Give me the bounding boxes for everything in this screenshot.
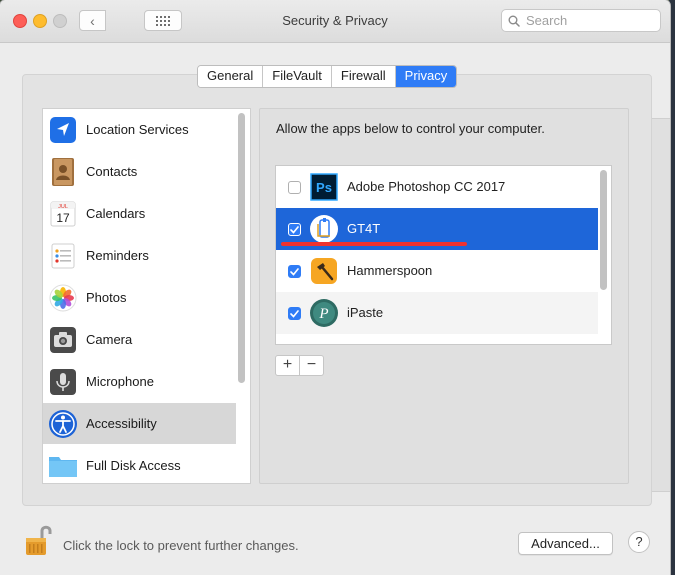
checkmark-icon xyxy=(290,225,299,234)
sidebar-item-accessibility[interactable]: Accessibility xyxy=(43,403,236,444)
sidebar-item-microphone[interactable]: Microphone xyxy=(43,361,236,402)
app-checkbox[interactable] xyxy=(288,307,301,320)
tab-general[interactable]: General xyxy=(198,66,264,87)
folder-icon xyxy=(48,451,78,481)
hammerspoon-icon xyxy=(309,256,339,286)
app-row-photoshop[interactable]: Ps Adobe Photoshop CC 2017 xyxy=(276,166,598,208)
checkmark-icon xyxy=(290,309,299,318)
app-checkbox[interactable] xyxy=(288,223,301,236)
camera-icon xyxy=(48,325,78,355)
add-app-button[interactable]: + xyxy=(276,356,299,375)
photos-flower-icon xyxy=(48,283,78,313)
tab-firewall[interactable]: Firewall xyxy=(331,66,396,87)
photoshop-icon: Ps xyxy=(309,172,339,202)
lock-button[interactable] xyxy=(22,523,54,557)
checkmark-icon xyxy=(290,267,299,276)
sidebar-item-label: Camera xyxy=(86,332,133,347)
search-field[interactable] xyxy=(501,9,661,32)
sidebar-item-calendars[interactable]: JUL 17 Calendars xyxy=(43,193,236,234)
location-arrow-icon xyxy=(48,115,78,145)
app-checkbox[interactable] xyxy=(288,265,301,278)
search-input[interactable] xyxy=(524,12,648,29)
add-remove-buttons: + − xyxy=(275,355,324,376)
advanced-button[interactable]: Advanced... xyxy=(518,532,613,555)
sidebar-item-label: Calendars xyxy=(86,206,146,221)
sidebar-item-label: Location Services xyxy=(86,122,189,137)
sidebar-item-label: Microphone xyxy=(86,374,154,389)
photoshop-icon-text: Ps xyxy=(316,180,332,195)
sidebar-item-full-disk-access[interactable]: Full Disk Access xyxy=(43,445,236,483)
title-bar: ‹ › Security & Privacy xyxy=(0,0,670,492)
tab-privacy[interactable]: Privacy xyxy=(395,66,457,87)
reminders-list-icon xyxy=(48,241,78,271)
privacy-category-list[interactable]: Location Services Contacts JUL 17 Calend… xyxy=(42,108,251,484)
calendar-icon: JUL 17 xyxy=(48,199,78,229)
accessibility-icon xyxy=(48,409,78,439)
sidebar-item-location-services[interactable]: Location Services xyxy=(43,109,236,150)
app-name: Hammerspoon xyxy=(347,263,433,278)
sidebar-item-camera[interactable]: Camera xyxy=(43,319,236,360)
microphone-icon xyxy=(48,367,78,397)
instruction-text: Allow the apps below to control your com… xyxy=(276,121,545,136)
highlight-underline xyxy=(281,242,467,246)
preferences-window: ‹ › Security & Privacy xyxy=(0,0,670,575)
sidebar-item-label: Reminders xyxy=(86,248,149,263)
help-button[interactable]: ? xyxy=(628,531,650,553)
lock-status-text: Click the lock to prevent further change… xyxy=(63,538,299,553)
app-name: Adobe Photoshop CC 2017 xyxy=(347,179,506,194)
app-list-scrollbar[interactable] xyxy=(600,170,607,290)
sidebar-item-label: Photos xyxy=(86,290,127,305)
app-name: GT4T xyxy=(347,221,381,236)
sidebar-item-label: Contacts xyxy=(86,164,138,179)
contacts-book-icon xyxy=(48,157,78,187)
sidebar-item-label: Accessibility xyxy=(86,416,157,431)
tab-filevault[interactable]: FileVault xyxy=(263,66,332,87)
app-name: iPaste xyxy=(347,305,384,320)
sidebar-item-reminders[interactable]: Reminders xyxy=(43,235,236,276)
app-checkbox[interactable] xyxy=(288,181,301,194)
app-row-ipaste[interactable]: P iPaste xyxy=(276,292,598,334)
sidebar-item-contacts[interactable]: Contacts xyxy=(43,151,236,192)
unlocked-padlock-icon xyxy=(26,525,52,555)
search-icon xyxy=(508,15,520,27)
app-list[interactable]: Ps Adobe Photoshop CC 2017 GT4T Hammersp… xyxy=(275,165,612,345)
ipaste-icon-text: P xyxy=(318,306,328,322)
sidebar-item-photos[interactable]: Photos xyxy=(43,277,236,318)
sidebar-scrollbar[interactable] xyxy=(238,113,245,383)
calendar-month: JUL xyxy=(58,204,68,210)
tab-bar: General FileVault Firewall Privacy xyxy=(197,65,458,88)
ipaste-icon: P xyxy=(309,298,339,328)
sidebar-item-label: Full Disk Access xyxy=(86,458,181,473)
remove-app-button[interactable]: − xyxy=(299,356,323,375)
gt4t-icon xyxy=(309,214,339,244)
calendar-day: 17 xyxy=(56,211,70,225)
app-row-hammerspoon[interactable]: Hammerspoon xyxy=(276,250,598,292)
